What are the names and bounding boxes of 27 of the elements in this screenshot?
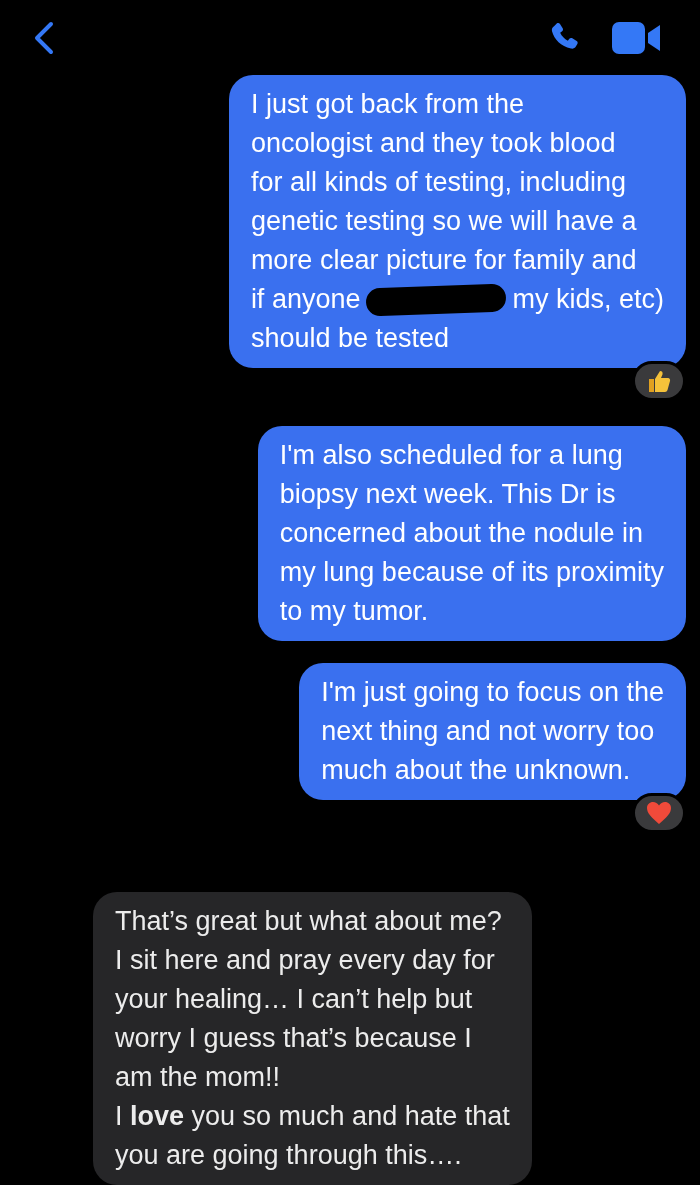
message-text: I'm just going to focus on the — [321, 676, 664, 709]
message-text: I love you so much and hate that — [115, 1100, 510, 1133]
message-text: you are going through this…. — [115, 1139, 463, 1172]
message-text: my lung because of its proximity — [279, 556, 664, 589]
message-text: am the mom!! — [115, 1061, 282, 1094]
message-text: I sit here and pray every day for — [115, 944, 496, 977]
message-text: should be tested — [250, 322, 451, 355]
message-text: worry I guess that’s because I — [115, 1022, 473, 1055]
back-icon[interactable] — [32, 19, 56, 56]
message-text: much about the unknown. — [321, 754, 632, 787]
message-text: oncologist and they took blood — [250, 127, 617, 160]
message-text: next thing and not worry too — [321, 715, 656, 748]
message-text: more clear picture for family and — [250, 244, 638, 277]
message-text: for all kinds of testing, including — [250, 166, 628, 199]
message-text: genetic testing so we will have a — [250, 205, 638, 238]
message-text: my kids, etc) — [512, 283, 664, 316]
message-text: That’s great but what about me? — [115, 905, 503, 938]
video-camera-icon[interactable] — [612, 20, 662, 55]
message-text: I'm also scheduled for a lung — [279, 439, 624, 472]
message-text: to my tumor. — [279, 595, 430, 628]
message-text: concerned about the nodule in — [279, 517, 645, 550]
message-text: your healing… I can’t help but — [115, 983, 474, 1016]
message-text: I just got back from the — [250, 88, 525, 121]
message-text: if anyone — [250, 283, 361, 316]
thumbs-up-icon — [646, 368, 672, 394]
message-text: biopsy next week. This Dr is — [279, 478, 617, 511]
heart-icon — [646, 801, 672, 825]
